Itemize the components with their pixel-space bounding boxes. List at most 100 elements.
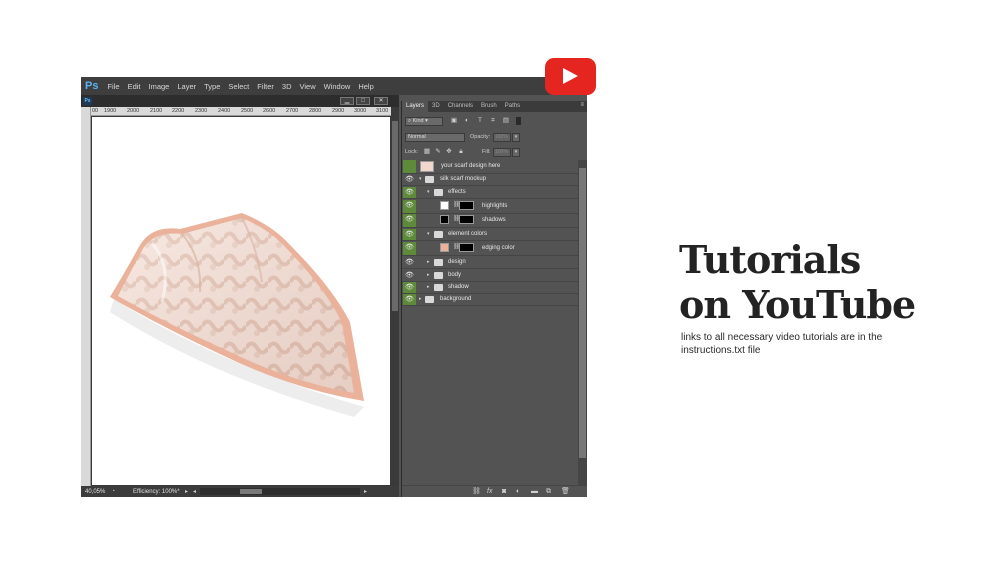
blend-mode-value: Normal xyxy=(408,134,426,140)
chevron-down-icon[interactable]: ▾ xyxy=(419,174,422,185)
layer-row-effects[interactable]: 👁︎ ▾ effects xyxy=(402,187,578,199)
blend-row: Normal Opacity: 100% ▾ xyxy=(402,131,587,144)
new-group-icon[interactable]: ▬ xyxy=(531,487,538,497)
trash-icon[interactable]: 🗑︎ xyxy=(561,487,570,497)
filter-pixel-icon[interactable]: ▣ xyxy=(450,117,458,125)
fill-dropdown[interactable]: ▾ xyxy=(512,148,520,157)
eye-icon[interactable]: 👁︎ xyxy=(403,214,416,227)
layers-scrollbar[interactable] xyxy=(578,160,587,485)
scroll-thumb[interactable] xyxy=(392,121,398,311)
chevron-right-icon[interactable]: ▸ xyxy=(427,282,430,293)
youtube-logo[interactable] xyxy=(545,58,596,95)
chevron-down-icon[interactable]: ▾ xyxy=(427,187,430,198)
filter-toggle[interactable] xyxy=(516,117,521,125)
eye-icon[interactable]: 👁︎ xyxy=(403,270,416,281)
layer-row-element-colors[interactable]: 👁︎ ▾ element colors xyxy=(402,229,578,241)
lock-position-icon[interactable]: ✥ xyxy=(445,148,453,156)
panel-menu-icon[interactable]: ≡ xyxy=(580,102,584,108)
eye-icon[interactable]: 👁︎ xyxy=(403,242,416,255)
eye-icon[interactable]: 👁︎ xyxy=(403,282,416,293)
lock-row: Lock: ▦ ✎ ✥ 🔒︎ Fill: 100% ▾ xyxy=(402,146,587,159)
add-style-icon[interactable]: fx xyxy=(487,487,492,497)
chevron-right-icon[interactable]: ▸ xyxy=(427,270,430,281)
ruler-label: 2800 xyxy=(309,108,322,114)
lock-image-icon[interactable]: ✎ xyxy=(434,148,442,156)
maximize-button[interactable]: □ xyxy=(356,97,370,105)
scroll-thumb[interactable] xyxy=(240,489,263,494)
fill-color-swatch xyxy=(440,243,449,252)
menu-window[interactable]: Window xyxy=(320,82,355,91)
menu-filter[interactable]: Filter xyxy=(253,82,278,91)
document-vertical-scrollbar[interactable] xyxy=(391,117,399,485)
lock-all-icon[interactable]: 🔒︎ xyxy=(457,148,465,156)
visibility-toggle[interactable] xyxy=(403,160,416,173)
layer-row-highlights[interactable]: 👁︎ ⛓︎ highlights xyxy=(402,200,578,214)
menu-layer[interactable]: Layer xyxy=(173,82,200,91)
layer-mask-thumbnail xyxy=(459,215,474,224)
eye-icon[interactable]: 👁︎ xyxy=(403,294,416,305)
eye-icon[interactable]: 👁︎ xyxy=(403,174,416,185)
menu-select[interactable]: Select xyxy=(224,82,253,91)
layer-row-edging-color[interactable]: 👁︎ ⛓︎ edging color xyxy=(402,242,578,256)
add-mask-icon[interactable]: ◙ xyxy=(502,487,506,497)
layers-panel-footer: ⛓︎ fx ◙ ◐ ▬ ⧉ 🗑︎ xyxy=(402,485,587,497)
filter-kind-select[interactable]: ⌕ Kind ▾ xyxy=(405,117,443,126)
layer-row-shadows[interactable]: 👁︎ ⛓︎ shadows xyxy=(402,214,578,228)
filter-type-icon[interactable]: T xyxy=(476,117,484,125)
filter-adjustment-icon[interactable]: ◐ xyxy=(463,117,471,125)
scroll-thumb[interactable] xyxy=(579,168,586,458)
document-window: Ps ▁ □ ✕ 00 1900 2000 2100 2200 2300 240… xyxy=(81,95,399,497)
eye-icon[interactable]: 👁︎ xyxy=(403,187,416,198)
tab-layers[interactable]: Layers xyxy=(402,101,429,112)
tab-brush[interactable]: Brush xyxy=(477,101,501,112)
chevron-right-icon[interactable]: ▸ xyxy=(427,257,430,268)
lock-transparent-icon[interactable]: ▦ xyxy=(423,148,431,156)
menu-file[interactable]: File xyxy=(103,82,123,91)
opacity-dropdown[interactable]: ▾ xyxy=(512,133,520,142)
eye-icon[interactable]: 👁︎ xyxy=(403,257,416,268)
document-canvas[interactable] xyxy=(92,117,390,485)
ruler-label: 3000 xyxy=(354,108,367,114)
tab-channels[interactable]: Channels xyxy=(444,101,477,112)
layer-row-scarf-design[interactable]: your scarf design here xyxy=(402,160,578,174)
layer-row-silk-scarf-mockup[interactable]: 👁︎ ▾ silk scarf mockup xyxy=(402,174,578,186)
new-layer-icon[interactable]: ⧉ xyxy=(546,487,551,497)
minimize-button[interactable]: ▁ xyxy=(340,97,354,105)
layer-row-shadow[interactable]: 👁︎ ▸ shadow xyxy=(402,282,578,294)
chevron-right-icon[interactable]: ▸ xyxy=(419,294,422,305)
scroll-left-arrow-icon[interactable]: ◂ xyxy=(193,488,196,495)
filter-shape-icon[interactable]: ⌗ xyxy=(489,117,497,125)
scarf-image xyxy=(110,213,364,417)
menu-edit[interactable]: Edit xyxy=(124,82,145,91)
menu-view[interactable]: View xyxy=(296,82,320,91)
tab-paths[interactable]: Paths xyxy=(501,101,524,112)
close-button[interactable]: ✕ xyxy=(374,97,388,105)
fill-input[interactable]: 100% xyxy=(493,148,511,157)
status-menu-arrow-icon[interactable]: ▸ xyxy=(185,488,193,495)
menu-3d[interactable]: 3D xyxy=(278,82,296,91)
layer-name: shadow xyxy=(448,284,469,290)
filter-smart-object-icon[interactable]: ▤ xyxy=(502,117,510,125)
link-layers-icon[interactable]: ⛓︎ xyxy=(472,487,481,497)
scroll-right-arrow-icon[interactable]: ▸ xyxy=(360,488,367,495)
document-info-icon[interactable]: ◔ xyxy=(111,488,125,495)
opacity-label: Opacity: xyxy=(470,134,491,140)
zoom-level[interactable]: 40,05% xyxy=(81,489,111,495)
menu-help[interactable]: Help xyxy=(354,82,377,91)
menu-type[interactable]: Type xyxy=(200,82,224,91)
eye-icon[interactable]: 👁︎ xyxy=(403,200,416,213)
chevron-down-icon[interactable]: ▾ xyxy=(427,229,430,240)
horizontal-scrollbar[interactable] xyxy=(200,488,361,495)
new-adjustment-icon[interactable]: ◐ xyxy=(516,487,520,497)
menu-image[interactable]: Image xyxy=(145,82,174,91)
eye-icon[interactable]: 👁︎ xyxy=(403,229,416,240)
youtube-play-icon xyxy=(563,68,578,84)
folder-icon xyxy=(434,284,443,291)
layer-row-body[interactable]: 👁︎ ▸ body xyxy=(402,270,578,282)
blend-mode-select[interactable]: Normal xyxy=(405,133,465,142)
opacity-input[interactable]: 100% xyxy=(493,133,511,142)
layer-row-background[interactable]: 👁︎ ▸ background xyxy=(402,294,578,306)
layer-row-design[interactable]: 👁︎ ▸ design xyxy=(402,257,578,269)
tab-3d[interactable]: 3D xyxy=(428,101,444,112)
ruler-label: 2100 xyxy=(150,108,163,114)
